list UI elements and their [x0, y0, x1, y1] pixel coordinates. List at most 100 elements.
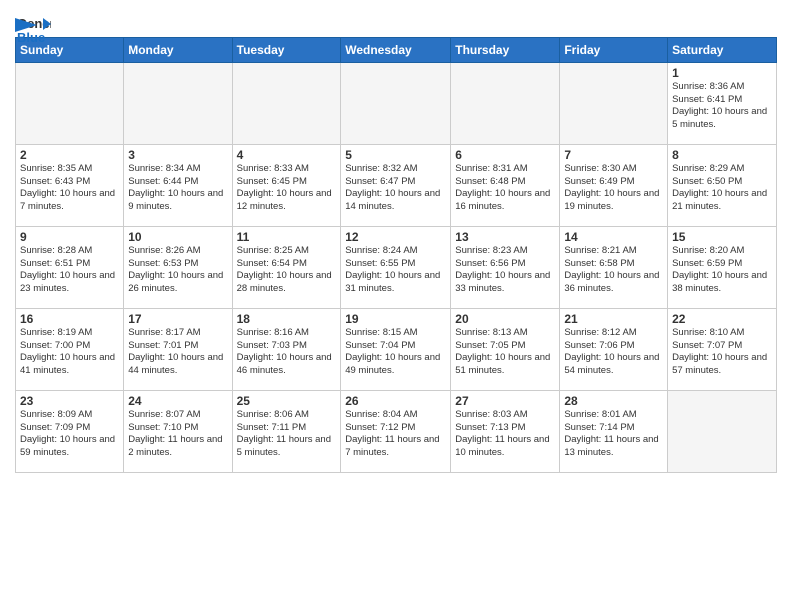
- day-cell: 21Sunrise: 8:12 AM Sunset: 7:06 PM Dayli…: [560, 308, 668, 390]
- day-number: 23: [20, 394, 119, 408]
- day-cell: 19Sunrise: 8:15 AM Sunset: 7:04 PM Dayli…: [341, 308, 451, 390]
- day-cell: [451, 62, 560, 144]
- day-number: 24: [128, 394, 227, 408]
- day-number: 27: [455, 394, 555, 408]
- day-info: Sunrise: 8:21 AM Sunset: 6:58 PM Dayligh…: [564, 245, 663, 296]
- day-number: 26: [345, 394, 446, 408]
- day-cell: 4Sunrise: 8:33 AM Sunset: 6:45 PM Daylig…: [232, 144, 341, 226]
- day-cell: 6Sunrise: 8:31 AM Sunset: 6:48 PM Daylig…: [451, 144, 560, 226]
- day-number: 8: [672, 148, 772, 162]
- day-number: 21: [564, 312, 663, 326]
- day-cell: 12Sunrise: 8:24 AM Sunset: 6:55 PM Dayli…: [341, 226, 451, 308]
- day-cell: [16, 62, 124, 144]
- day-cell: 1Sunrise: 8:36 AM Sunset: 6:41 PM Daylig…: [668, 62, 777, 144]
- day-info: Sunrise: 8:25 AM Sunset: 6:54 PM Dayligh…: [237, 245, 337, 296]
- logo: General Blue: [15, 10, 51, 31]
- calendar: SundayMondayTuesdayWednesdayThursdayFrid…: [15, 37, 777, 473]
- day-info: Sunrise: 8:15 AM Sunset: 7:04 PM Dayligh…: [345, 327, 446, 378]
- day-number: 20: [455, 312, 555, 326]
- day-cell: [124, 62, 232, 144]
- day-info: Sunrise: 8:23 AM Sunset: 6:56 PM Dayligh…: [455, 245, 555, 296]
- day-info: Sunrise: 8:28 AM Sunset: 6:51 PM Dayligh…: [20, 245, 119, 296]
- day-number: 9: [20, 230, 119, 244]
- day-cell: 24Sunrise: 8:07 AM Sunset: 7:10 PM Dayli…: [124, 390, 232, 472]
- day-cell: 14Sunrise: 8:21 AM Sunset: 6:58 PM Dayli…: [560, 226, 668, 308]
- day-cell: 13Sunrise: 8:23 AM Sunset: 6:56 PM Dayli…: [451, 226, 560, 308]
- day-cell: [341, 62, 451, 144]
- day-cell: 5Sunrise: 8:32 AM Sunset: 6:47 PM Daylig…: [341, 144, 451, 226]
- week-row-3: 16Sunrise: 8:19 AM Sunset: 7:00 PM Dayli…: [16, 308, 777, 390]
- day-info: Sunrise: 8:34 AM Sunset: 6:44 PM Dayligh…: [128, 163, 227, 214]
- week-row-2: 9Sunrise: 8:28 AM Sunset: 6:51 PM Daylig…: [16, 226, 777, 308]
- day-info: Sunrise: 8:32 AM Sunset: 6:47 PM Dayligh…: [345, 163, 446, 214]
- day-cell: 22Sunrise: 8:10 AM Sunset: 7:07 PM Dayli…: [668, 308, 777, 390]
- day-number: 2: [20, 148, 119, 162]
- day-cell: 3Sunrise: 8:34 AM Sunset: 6:44 PM Daylig…: [124, 144, 232, 226]
- day-info: Sunrise: 8:06 AM Sunset: 7:11 PM Dayligh…: [237, 409, 337, 460]
- day-number: 7: [564, 148, 663, 162]
- weekday-monday: Monday: [124, 37, 232, 62]
- day-number: 25: [237, 394, 337, 408]
- day-info: Sunrise: 8:03 AM Sunset: 7:13 PM Dayligh…: [455, 409, 555, 460]
- page-container: General Blue SundayMon: [0, 0, 792, 483]
- day-info: Sunrise: 8:12 AM Sunset: 7:06 PM Dayligh…: [564, 327, 663, 378]
- day-cell: 20Sunrise: 8:13 AM Sunset: 7:05 PM Dayli…: [451, 308, 560, 390]
- day-cell: 28Sunrise: 8:01 AM Sunset: 7:14 PM Dayli…: [560, 390, 668, 472]
- day-cell: 25Sunrise: 8:06 AM Sunset: 7:11 PM Dayli…: [232, 390, 341, 472]
- header: General Blue: [15, 10, 777, 31]
- day-number: 28: [564, 394, 663, 408]
- day-cell: 11Sunrise: 8:25 AM Sunset: 6:54 PM Dayli…: [232, 226, 341, 308]
- day-info: Sunrise: 8:10 AM Sunset: 7:07 PM Dayligh…: [672, 327, 772, 378]
- day-info: Sunrise: 8:20 AM Sunset: 6:59 PM Dayligh…: [672, 245, 772, 296]
- day-cell: 16Sunrise: 8:19 AM Sunset: 7:00 PM Dayli…: [16, 308, 124, 390]
- day-cell: [232, 62, 341, 144]
- day-cell: [668, 390, 777, 472]
- day-cell: 27Sunrise: 8:03 AM Sunset: 7:13 PM Dayli…: [451, 390, 560, 472]
- day-info: Sunrise: 8:30 AM Sunset: 6:49 PM Dayligh…: [564, 163, 663, 214]
- day-number: 12: [345, 230, 446, 244]
- week-row-4: 23Sunrise: 8:09 AM Sunset: 7:09 PM Dayli…: [16, 390, 777, 472]
- day-info: Sunrise: 8:26 AM Sunset: 6:53 PM Dayligh…: [128, 245, 227, 296]
- day-cell: 15Sunrise: 8:20 AM Sunset: 6:59 PM Dayli…: [668, 226, 777, 308]
- day-info: Sunrise: 8:16 AM Sunset: 7:03 PM Dayligh…: [237, 327, 337, 378]
- day-number: 3: [128, 148, 227, 162]
- weekday-tuesday: Tuesday: [232, 37, 341, 62]
- week-row-1: 2Sunrise: 8:35 AM Sunset: 6:43 PM Daylig…: [16, 144, 777, 226]
- day-number: 14: [564, 230, 663, 244]
- day-info: Sunrise: 8:29 AM Sunset: 6:50 PM Dayligh…: [672, 163, 772, 214]
- day-info: Sunrise: 8:07 AM Sunset: 7:10 PM Dayligh…: [128, 409, 227, 460]
- weekday-thursday: Thursday: [451, 37, 560, 62]
- day-cell: 10Sunrise: 8:26 AM Sunset: 6:53 PM Dayli…: [124, 226, 232, 308]
- day-cell: 17Sunrise: 8:17 AM Sunset: 7:01 PM Dayli…: [124, 308, 232, 390]
- weekday-saturday: Saturday: [668, 37, 777, 62]
- week-row-0: 1Sunrise: 8:36 AM Sunset: 6:41 PM Daylig…: [16, 62, 777, 144]
- day-info: Sunrise: 8:24 AM Sunset: 6:55 PM Dayligh…: [345, 245, 446, 296]
- day-info: Sunrise: 8:36 AM Sunset: 6:41 PM Dayligh…: [672, 81, 772, 132]
- day-number: 17: [128, 312, 227, 326]
- day-cell: 8Sunrise: 8:29 AM Sunset: 6:50 PM Daylig…: [668, 144, 777, 226]
- day-number: 22: [672, 312, 772, 326]
- day-info: Sunrise: 8:33 AM Sunset: 6:45 PM Dayligh…: [237, 163, 337, 214]
- weekday-wednesday: Wednesday: [341, 37, 451, 62]
- day-number: 13: [455, 230, 555, 244]
- day-cell: 18Sunrise: 8:16 AM Sunset: 7:03 PM Dayli…: [232, 308, 341, 390]
- weekday-friday: Friday: [560, 37, 668, 62]
- day-cell: 2Sunrise: 8:35 AM Sunset: 6:43 PM Daylig…: [16, 144, 124, 226]
- weekday-header-row: SundayMondayTuesdayWednesdayThursdayFrid…: [16, 37, 777, 62]
- day-number: 11: [237, 230, 337, 244]
- day-number: 16: [20, 312, 119, 326]
- day-number: 1: [672, 66, 772, 80]
- day-cell: 26Sunrise: 8:04 AM Sunset: 7:12 PM Dayli…: [341, 390, 451, 472]
- day-number: 15: [672, 230, 772, 244]
- day-number: 4: [237, 148, 337, 162]
- day-info: Sunrise: 8:04 AM Sunset: 7:12 PM Dayligh…: [345, 409, 446, 460]
- day-cell: 23Sunrise: 8:09 AM Sunset: 7:09 PM Dayli…: [16, 390, 124, 472]
- day-info: Sunrise: 8:09 AM Sunset: 7:09 PM Dayligh…: [20, 409, 119, 460]
- day-cell: [560, 62, 668, 144]
- day-number: 6: [455, 148, 555, 162]
- logo-arrow: [15, 18, 37, 32]
- day-info: Sunrise: 8:13 AM Sunset: 7:05 PM Dayligh…: [455, 327, 555, 378]
- day-info: Sunrise: 8:01 AM Sunset: 7:14 PM Dayligh…: [564, 409, 663, 460]
- day-info: Sunrise: 8:17 AM Sunset: 7:01 PM Dayligh…: [128, 327, 227, 378]
- day-number: 5: [345, 148, 446, 162]
